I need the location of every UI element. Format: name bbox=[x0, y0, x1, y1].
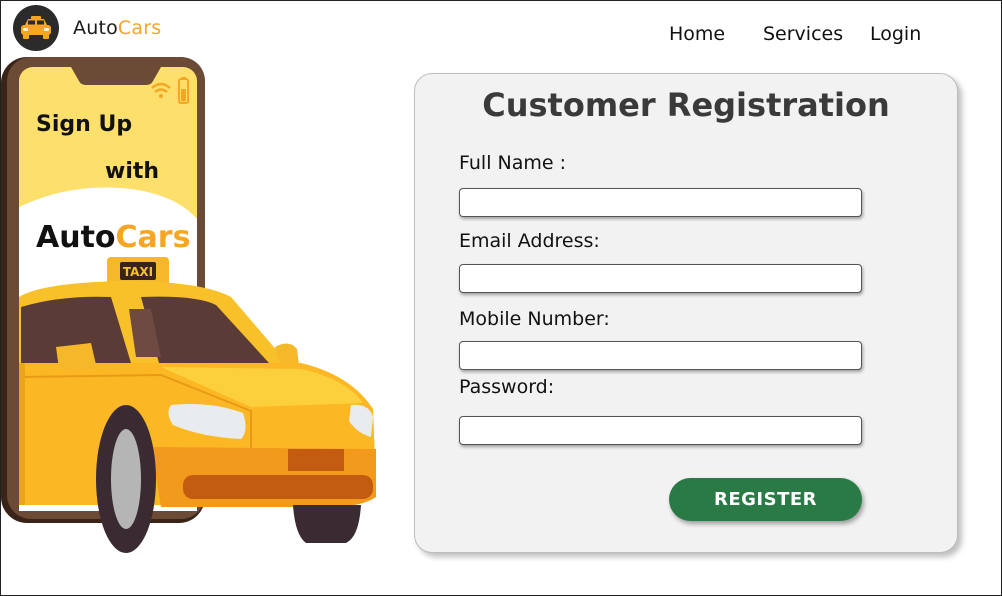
email-input[interactable] bbox=[459, 264, 862, 293]
with-text: with bbox=[105, 159, 159, 184]
screen-brand: AutoCars bbox=[36, 220, 190, 255]
taxi-sign-text: TAXI bbox=[123, 265, 153, 279]
mobile-input[interactable] bbox=[459, 341, 862, 370]
signup-text: Sign Up bbox=[36, 112, 132, 137]
signup-illustration: Sign Up with AutoCars TAXI bbox=[1, 57, 376, 553]
nav-login-link[interactable]: Login bbox=[870, 23, 921, 45]
brand-auto-text: Auto bbox=[73, 17, 118, 39]
page-frame: AutoCars Home Services Login Sign Up wit… bbox=[0, 0, 1002, 596]
phone-notch bbox=[71, 67, 161, 85]
registration-card: Customer Registration Full Name : Email … bbox=[414, 73, 958, 553]
screen-brand-auto: Auto bbox=[36, 220, 116, 255]
form-title: Customer Registration bbox=[482, 86, 890, 124]
register-button[interactable]: REGISTER bbox=[669, 478, 862, 521]
nav-services-link[interactable]: Services bbox=[763, 23, 843, 45]
mobile-label: Mobile Number: bbox=[459, 308, 610, 330]
logo[interactable]: AutoCars bbox=[13, 5, 161, 51]
password-label: Password: bbox=[459, 376, 555, 398]
full-name-input[interactable] bbox=[459, 188, 862, 217]
email-label: Email Address: bbox=[459, 230, 600, 252]
nav-home-link[interactable]: Home bbox=[669, 23, 725, 45]
car-icon bbox=[13, 5, 59, 51]
full-name-label: Full Name : bbox=[459, 152, 567, 174]
brand-cars-text: Cars bbox=[117, 17, 162, 39]
screen-brand-cars: Cars bbox=[116, 220, 191, 255]
brand-name: AutoCars bbox=[73, 17, 161, 39]
password-input[interactable] bbox=[459, 416, 862, 445]
